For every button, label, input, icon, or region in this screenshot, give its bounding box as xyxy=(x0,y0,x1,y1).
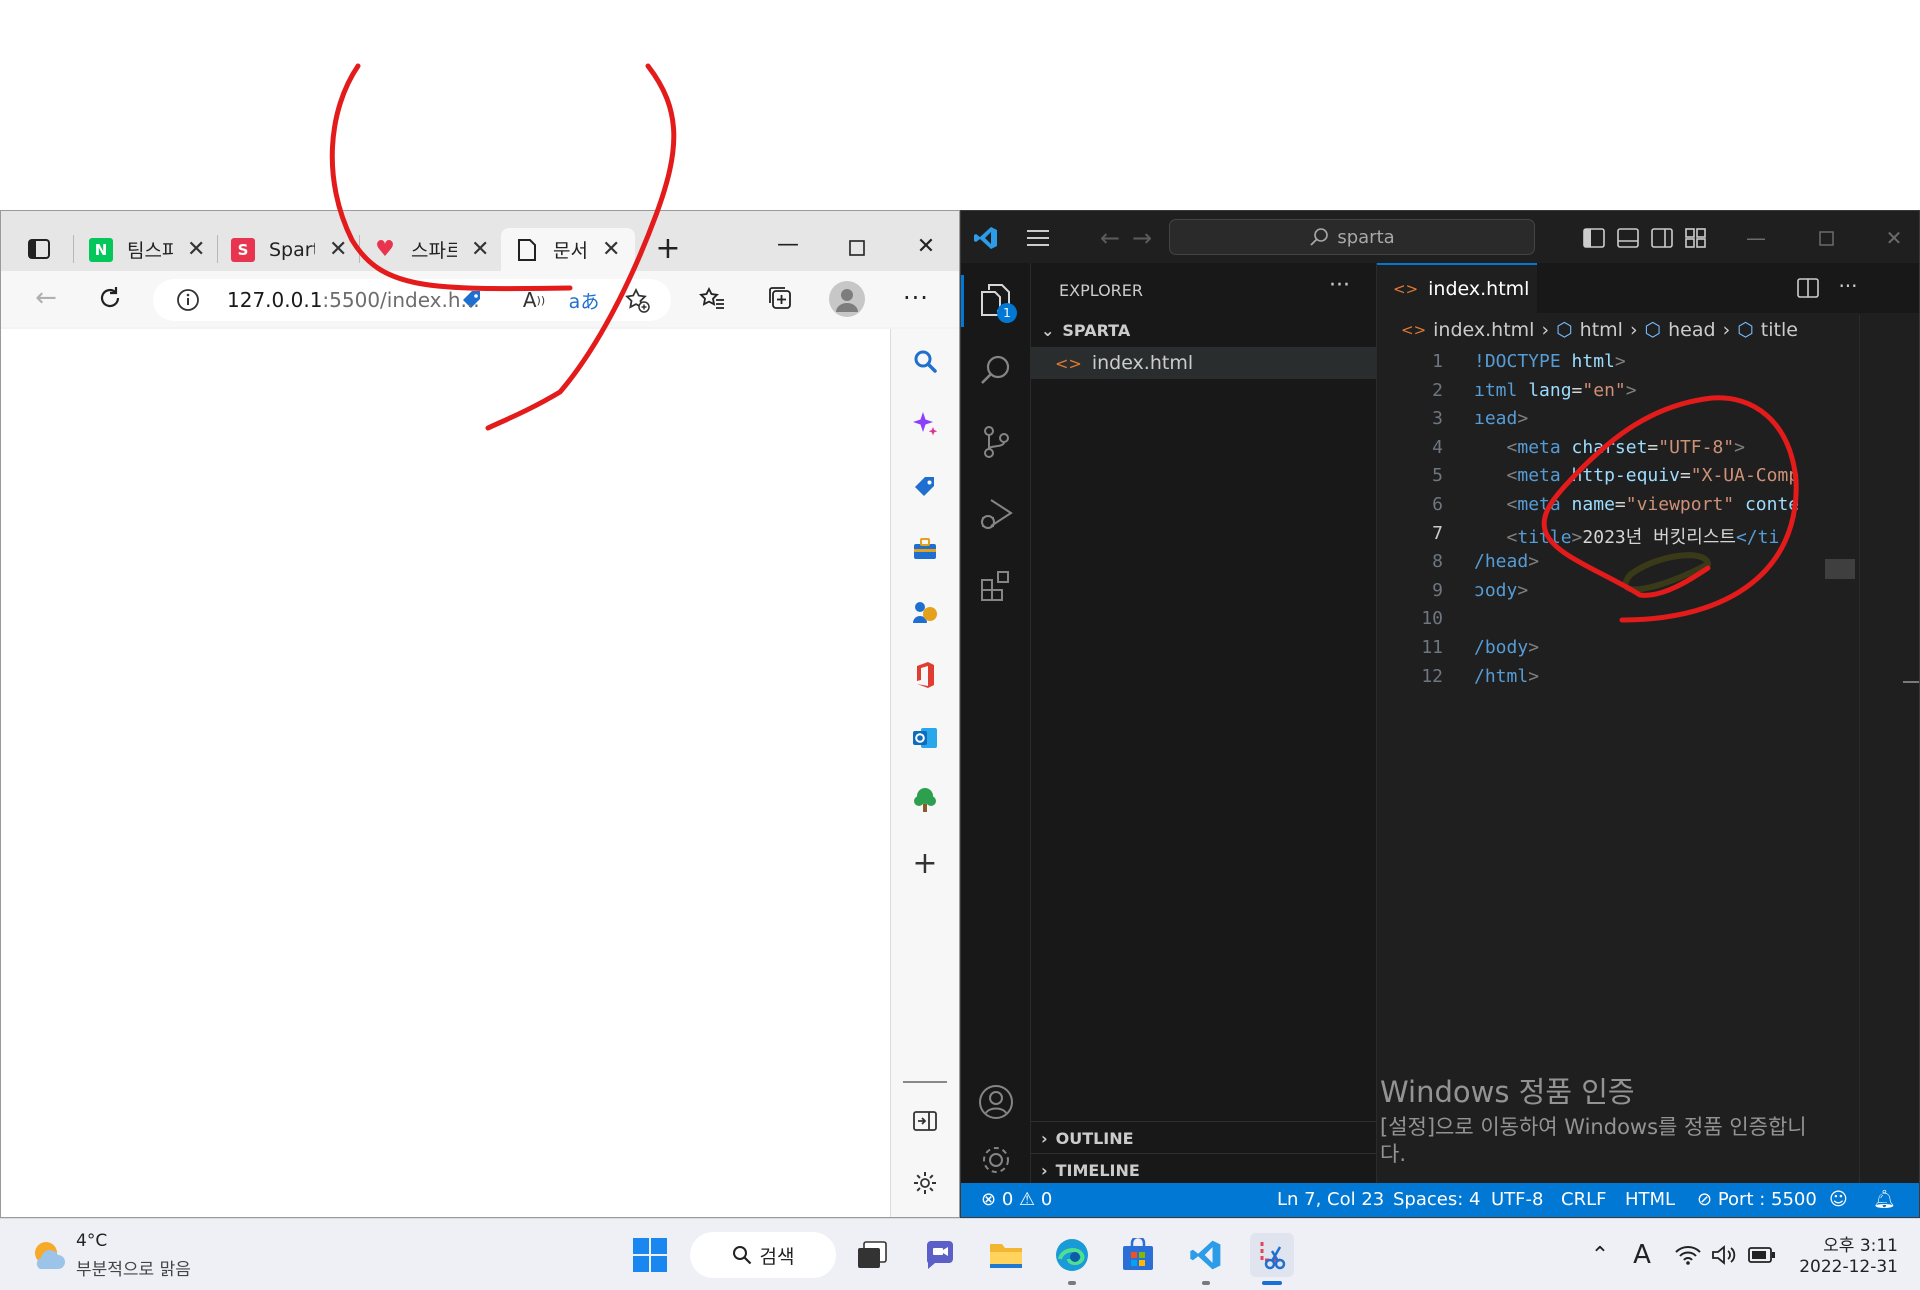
battery-icon[interactable] xyxy=(1740,1233,1784,1277)
vscode-taskbar-icon[interactable] xyxy=(1184,1233,1228,1277)
search-icon xyxy=(732,1246,751,1265)
microsoft-store-icon[interactable] xyxy=(1116,1233,1160,1277)
search-label: 검색 xyxy=(759,1245,795,1268)
clock-date[interactable]: 2022-12-31 xyxy=(1780,1257,1898,1277)
clock-time[interactable]: 오후 3:11 xyxy=(1780,1231,1898,1256)
teams-chat-icon[interactable] xyxy=(918,1233,962,1277)
snipping-tool-icon[interactable] xyxy=(1250,1233,1294,1277)
windows-taskbar: 4°C 부분적으로 맑음 검색 ⌃ A 오후 3:11 2022-12-31 xyxy=(0,1218,1920,1290)
weather-partly-sunny-icon[interactable] xyxy=(28,1235,68,1275)
red-annotation-strokes xyxy=(329,63,1799,623)
start-windows-icon[interactable] xyxy=(628,1233,672,1277)
edge-browser-icon[interactable] xyxy=(1050,1233,1094,1277)
show-hidden-icons-chevron-up-icon[interactable]: ⌃ xyxy=(1578,1233,1622,1277)
task-view-icon[interactable] xyxy=(850,1233,894,1277)
vscode-running-indicator xyxy=(1202,1281,1210,1285)
taskbar-search[interactable]: 검색 xyxy=(690,1232,836,1278)
ime-indicator[interactable]: A xyxy=(1620,1233,1664,1277)
edge-running-indicator xyxy=(1068,1281,1076,1285)
snipping-active-indicator xyxy=(1262,1281,1282,1285)
file-explorer-icon[interactable] xyxy=(984,1233,1028,1277)
weather-desc[interactable]: 부분적으로 맑음 xyxy=(76,1255,191,1280)
weather-temp[interactable]: 4°C xyxy=(76,1231,107,1251)
